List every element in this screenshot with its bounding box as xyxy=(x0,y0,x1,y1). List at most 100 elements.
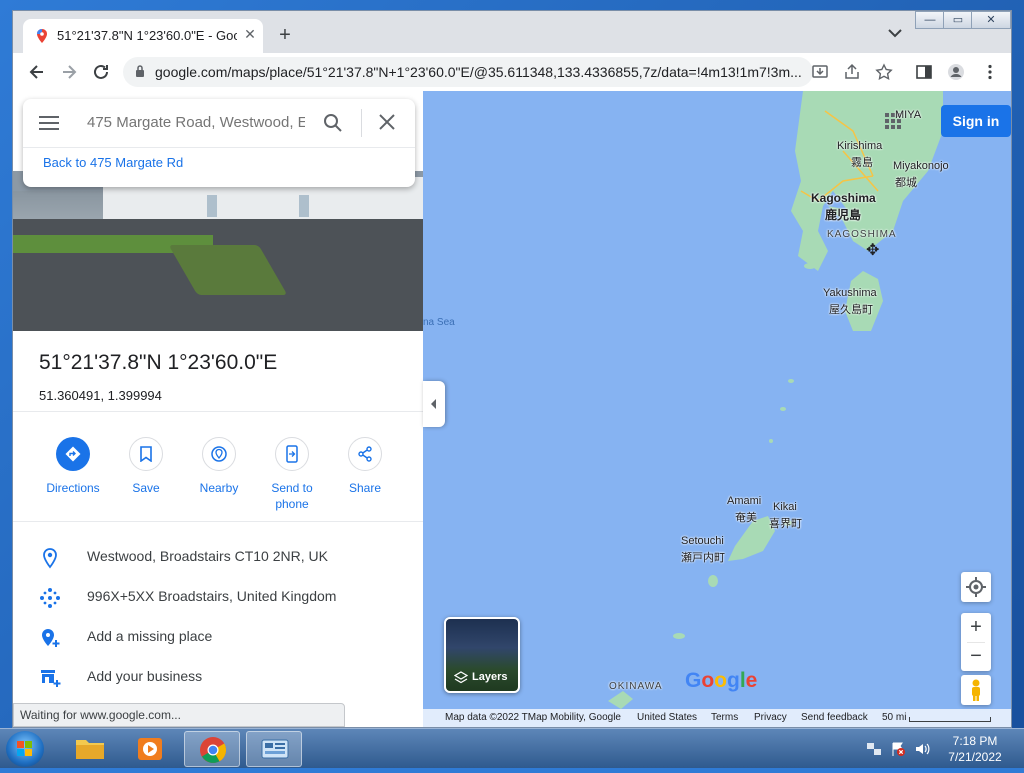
media-player-icon xyxy=(138,738,162,760)
share-button[interactable]: Share xyxy=(330,437,400,496)
privacy-link[interactable]: Privacy xyxy=(754,712,787,723)
layers-icon xyxy=(454,671,468,684)
zoom-controls: + − xyxy=(961,613,991,671)
send-to-phone-button[interactable]: Send to phone xyxy=(257,437,327,512)
add-place-icon xyxy=(42,629,60,647)
map-label-kirishima-jp: 霧島 xyxy=(851,157,873,169)
browser-tab-maps[interactable]: 51°21'37.8"N 1°23'60.0"E - Goog ✕ xyxy=(23,19,263,53)
tab-close-icon[interactable]: ✕ xyxy=(241,25,259,43)
map-label-kagoshima-jp: 鹿児島 xyxy=(825,208,862,222)
google-logo: Google xyxy=(685,669,758,692)
map-label-miyakonojo-jp: 都城 xyxy=(895,177,917,189)
layers-label: Layers xyxy=(472,671,508,683)
start-button[interactable] xyxy=(6,731,44,767)
map-label-okinawa: OKINAWA xyxy=(609,681,663,692)
share-page-icon[interactable] xyxy=(843,63,861,81)
send-feedback-link[interactable]: Send feedback xyxy=(801,712,868,723)
install-app-icon[interactable] xyxy=(811,63,829,81)
address-row[interactable]: Westwood, Broadstairs CT10 2NR, UK xyxy=(13,537,423,577)
tab-strip: 51°21'37.8"N 1°23'60.0"E - Goog ✕ + — ▭ … xyxy=(13,11,1011,53)
crosshair-icon xyxy=(966,577,986,597)
volume-speaker-icon[interactable] xyxy=(914,741,930,757)
network-icon[interactable] xyxy=(866,741,882,757)
map-label-setouchi-jp: 瀬戸内町 xyxy=(681,552,725,564)
address-bar[interactable]: google.com/maps/place/51°21'37.8"N+1°23'… xyxy=(123,57,813,87)
window-close-button[interactable]: ✕ xyxy=(971,11,1011,29)
map-attribution-bar: Map data ©2022 TMap Mobility, Google Uni… xyxy=(423,709,1011,727)
address-text: Westwood, Broadstairs CT10 2NR, UK xyxy=(87,548,328,564)
reload-icon[interactable] xyxy=(91,62,111,82)
maps-pin-icon xyxy=(37,29,47,43)
folder-icon xyxy=(76,740,104,759)
save-label: Save xyxy=(132,481,160,495)
add-business-row[interactable]: Add your business xyxy=(13,657,423,697)
search-icon[interactable] xyxy=(323,113,343,133)
nearby-icon xyxy=(202,437,236,471)
bookmark-star-icon[interactable] xyxy=(875,63,893,81)
add-business-icon xyxy=(41,670,61,687)
side-panel-icon[interactable] xyxy=(915,63,933,81)
action-center-flag-icon[interactable] xyxy=(890,741,906,757)
decimal-coordinates[interactable]: 51.360491, 1.399994 xyxy=(39,388,162,403)
map-label-yakushima-jp: 屋久島町 xyxy=(829,304,873,316)
back-to-place-link[interactable]: Back to 475 Margate Rd xyxy=(43,155,183,170)
map-label-setouchi: Setouchi xyxy=(681,535,724,547)
terms-link[interactable]: Terms xyxy=(711,712,738,723)
zoom-in-button[interactable]: + xyxy=(961,613,991,642)
map-label-amami-jp: 奄美 xyxy=(735,512,757,524)
taskbar-clock[interactable]: 7:18 PM 7/21/2022 xyxy=(940,733,1010,765)
nearby-label: Nearby xyxy=(199,481,239,495)
taskbar-media-player[interactable] xyxy=(122,731,178,767)
send-to-phone-label: Send to phone xyxy=(271,481,313,511)
plus-code-row[interactable]: 996X+5XX Broadstairs, United Kingdom xyxy=(13,577,423,617)
taskbar-file-explorer[interactable] xyxy=(62,731,118,767)
photo-door xyxy=(207,195,217,217)
sign-in-button[interactable]: Sign in xyxy=(941,105,1011,137)
directions-icon xyxy=(56,437,90,471)
my-location-button[interactable] xyxy=(961,572,991,602)
new-tab-button[interactable]: + xyxy=(275,25,295,45)
zoom-out-button[interactable]: − xyxy=(961,642,991,671)
clock-date: 7/21/2022 xyxy=(948,750,1002,764)
map-canvas[interactable]: MIYA Sign in Kirishima 霧島 Miyakonojo 都城 … xyxy=(423,91,1011,727)
section-divider-2 xyxy=(13,521,423,522)
lock-icon[interactable] xyxy=(135,65,145,77)
map-label-miya: MIYA xyxy=(895,109,922,121)
minimize-button[interactable]: — xyxy=(915,11,945,29)
bookmark-icon xyxy=(129,437,163,471)
scale-label[interactable]: 50 mi xyxy=(882,712,906,723)
url-text[interactable]: google.com/maps/place/51°21'37.8"N+1°23'… xyxy=(155,64,805,80)
taskbar-control-panel[interactable] xyxy=(246,731,302,767)
search-input[interactable] xyxy=(85,113,307,132)
forward-arrow-icon[interactable] xyxy=(59,62,79,82)
map-label-kikai-jp: 喜界町 xyxy=(769,518,802,530)
map-label-sea: na Sea xyxy=(423,317,455,328)
maximize-button[interactable]: ▭ xyxy=(943,11,973,29)
map-data-credit: Map data ©2022 TMap Mobility, Google xyxy=(445,712,621,723)
chevron-left-icon xyxy=(431,399,436,409)
profile-avatar-icon[interactable] xyxy=(947,63,965,81)
control-panel-icon xyxy=(261,739,289,759)
add-missing-place-text: Add a missing place xyxy=(87,628,213,644)
nearby-button[interactable]: Nearby xyxy=(184,437,254,496)
map-label-miyakonojo: Miyakonojo xyxy=(893,160,949,172)
add-missing-place-row[interactable]: Add a missing place xyxy=(13,617,423,657)
directions-button[interactable]: Directions xyxy=(38,437,108,496)
region-link[interactable]: United States xyxy=(637,712,697,723)
map-label-kikai: Kikai xyxy=(773,501,797,513)
taskbar-chrome[interactable] xyxy=(184,731,240,767)
collapse-panel-button[interactable] xyxy=(423,381,445,427)
back-arrow-icon[interactable] xyxy=(27,62,47,82)
street-view-photo[interactable] xyxy=(13,171,423,331)
maps-content: MIYA Sign in Kirishima 霧島 Miyakonojo 都城 … xyxy=(13,91,1011,727)
save-button[interactable]: Save xyxy=(111,437,181,496)
search-box: Back to 475 Margate Rd xyxy=(23,99,415,187)
move-cursor-icon: ✥ xyxy=(866,242,880,259)
close-icon[interactable] xyxy=(378,113,396,131)
hamburger-menu-icon[interactable] xyxy=(39,115,59,131)
place-side-panel: Back to 475 Margate Rd 51°21'37.8"N 1°23… xyxy=(13,91,423,727)
chevron-down-icon[interactable] xyxy=(887,27,903,39)
more-menu-icon[interactable] xyxy=(981,63,999,81)
pegman-button[interactable] xyxy=(961,675,991,705)
layers-button[interactable]: Layers xyxy=(444,617,520,693)
